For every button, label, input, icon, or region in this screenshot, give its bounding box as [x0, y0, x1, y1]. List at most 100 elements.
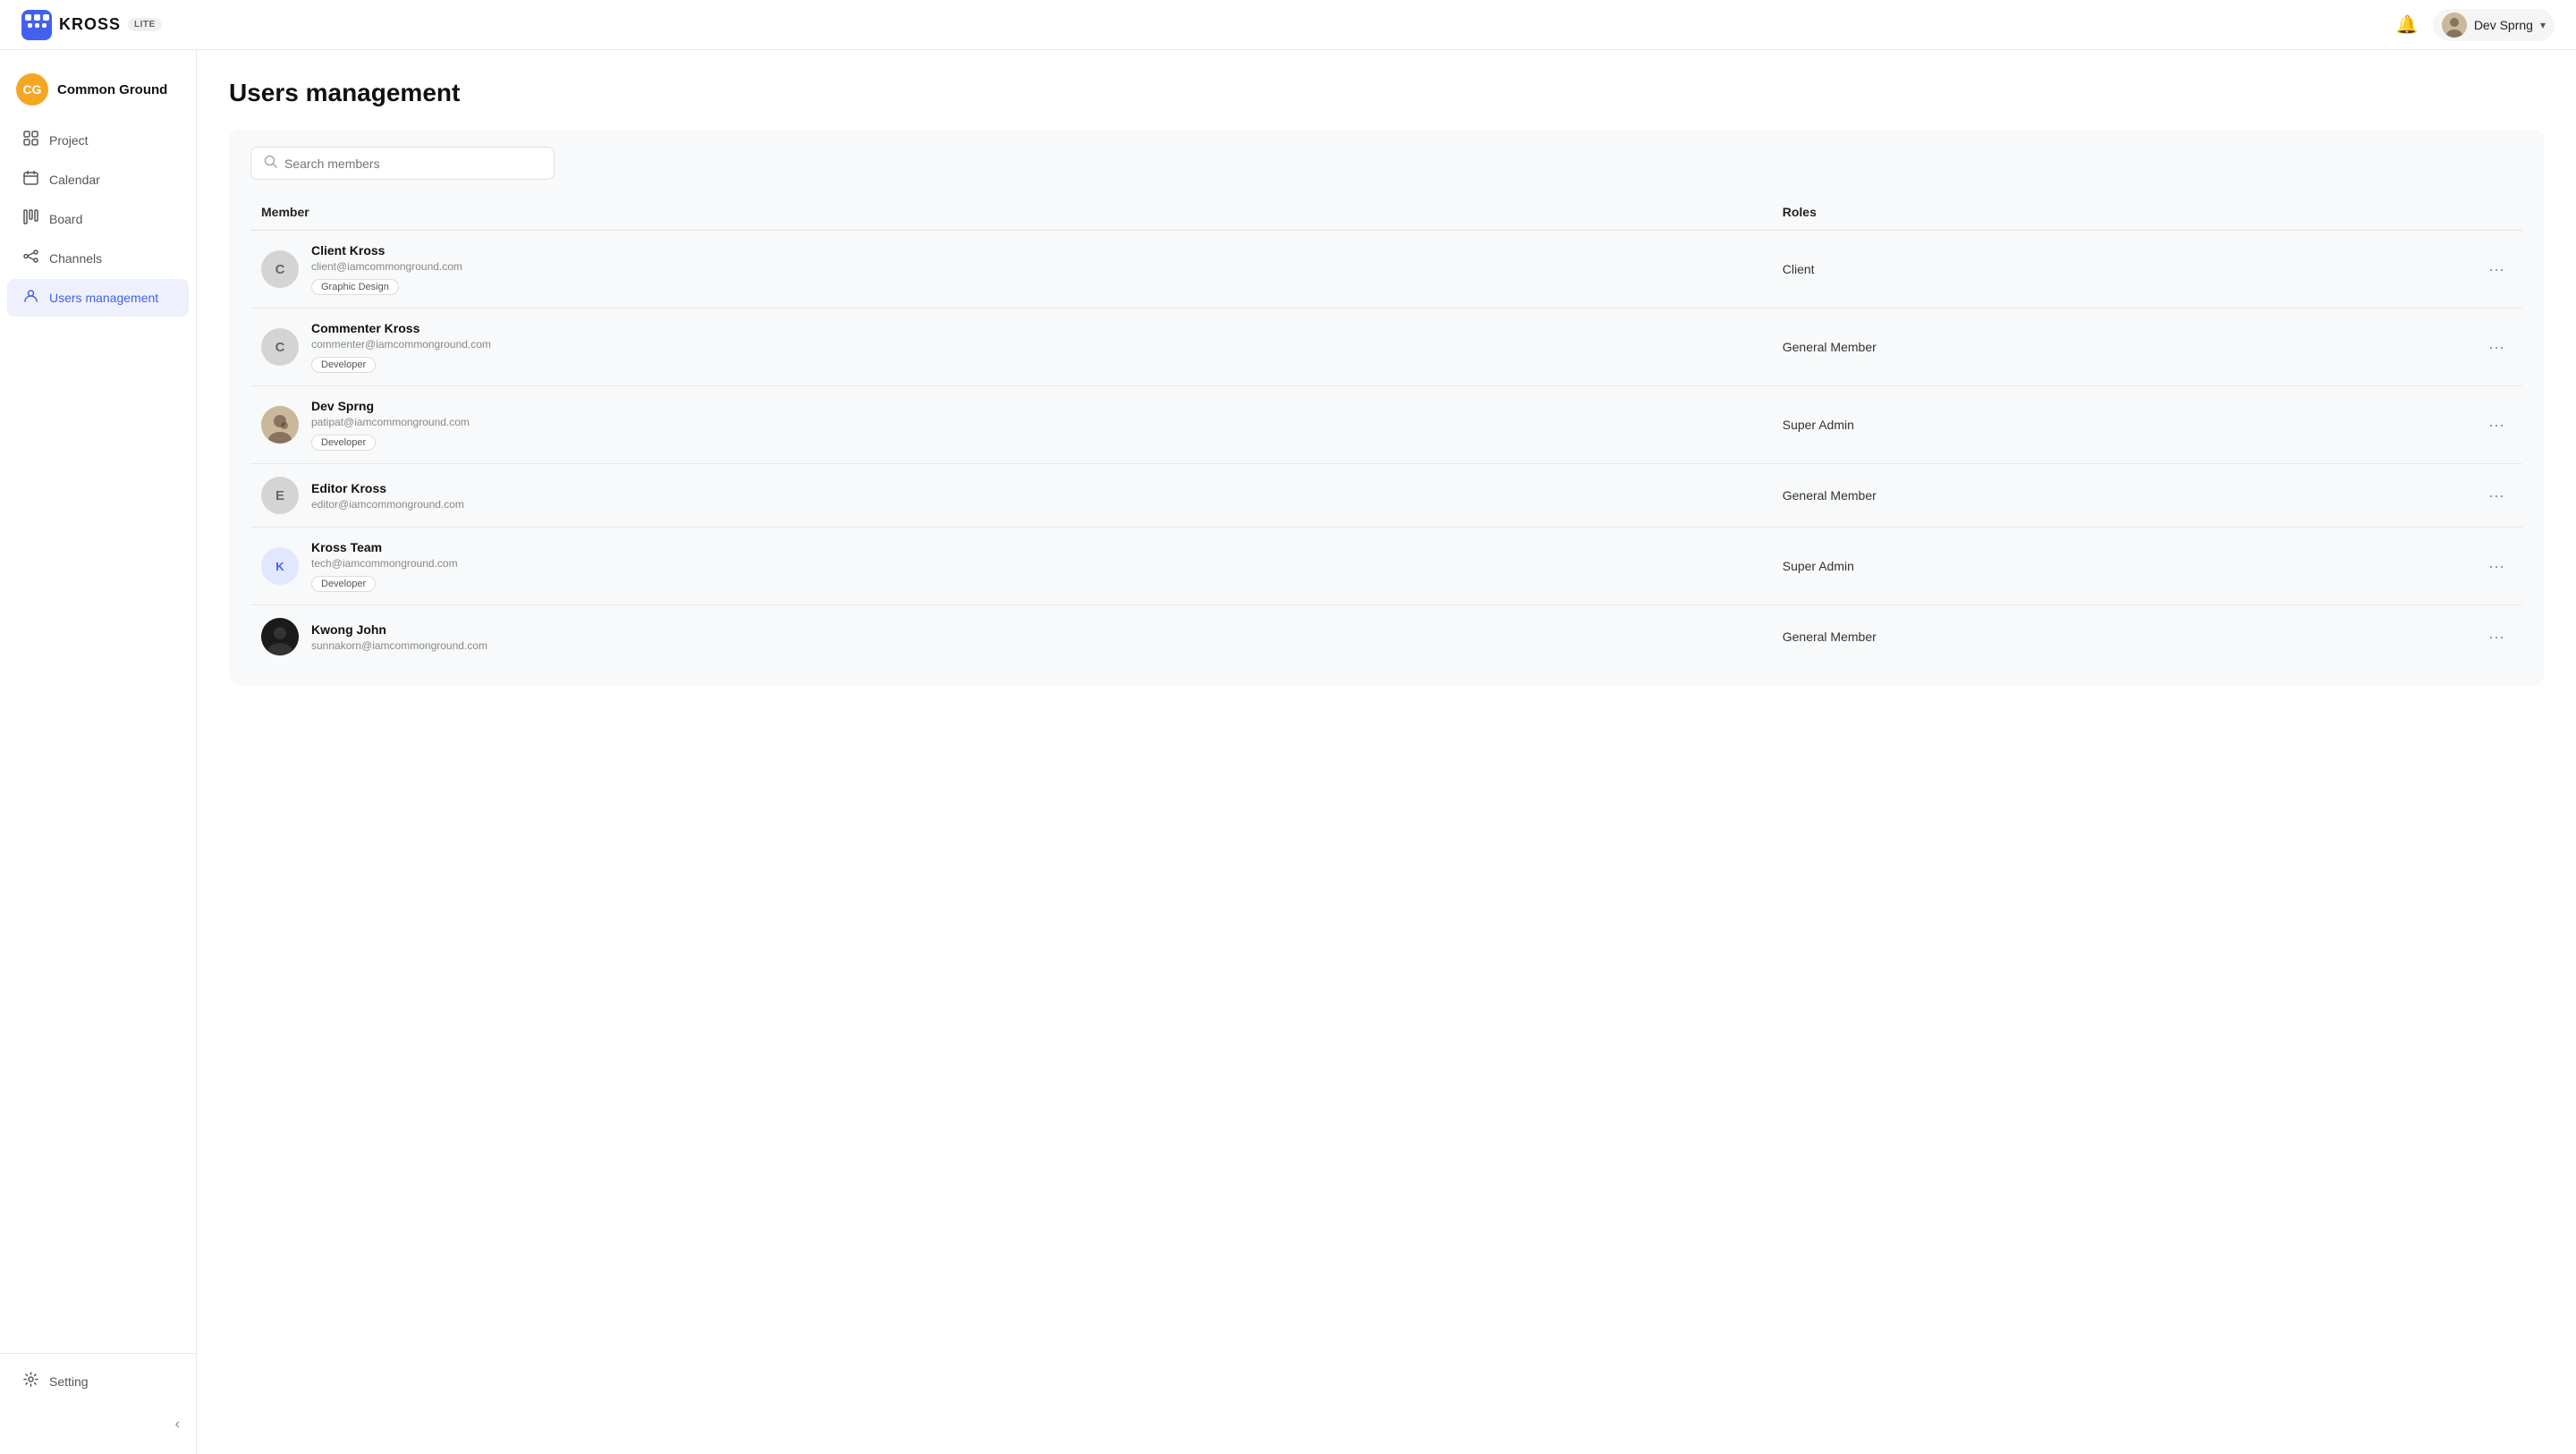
chevron-down-icon: ▾ [2540, 19, 2546, 31]
member-actions: ··· [2470, 528, 2522, 605]
member-avatar [261, 406, 299, 444]
member-info-cell: C Client Kross client@iamcommonground.co… [261, 243, 1761, 295]
project-icon [23, 131, 38, 150]
sidebar-item-board-label: Board [49, 212, 82, 226]
member-tag: Developer [311, 576, 376, 592]
member-tags: Developer [311, 435, 470, 451]
member-info-cell: C Commenter Kross commenter@iamcommongro… [261, 321, 1761, 373]
member-tags: Developer [311, 576, 458, 592]
app-body: CG Common Ground Project [0, 50, 2576, 1454]
member-role: Client [1772, 231, 2470, 309]
member-role: Super Admin [1772, 528, 2470, 605]
sidebar-item-channels[interactable]: Channels [7, 240, 189, 277]
sidebar-item-setting-label: Setting [49, 1374, 89, 1389]
member-avatar: C [261, 250, 299, 288]
table-row: E Editor Kross editor@iamcommonground.co… [250, 464, 2522, 528]
member-role: General Member [1772, 605, 2470, 669]
sidebar-item-board[interactable]: Board [7, 200, 189, 238]
notification-icon[interactable]: 🔔 [2396, 13, 2419, 36]
sidebar-item-calendar[interactable]: Calendar [7, 161, 189, 199]
app-name: KROSS [59, 15, 121, 34]
sidebar-item-users-management[interactable]: Users management [7, 279, 189, 317]
member-cell-kross-team: K Kross Team tech@iamcommonground.com De… [250, 528, 1772, 605]
page-title: Users management [229, 79, 2544, 107]
sidebar-item-project[interactable]: Project [7, 122, 189, 159]
search-input[interactable] [284, 156, 541, 171]
workspace-avatar: CG [16, 73, 48, 106]
avatar [2442, 13, 2467, 38]
app-logo-icon [21, 10, 52, 40]
sidebar: CG Common Ground Project [0, 50, 197, 1454]
topbar-left: KROSS LITE [21, 10, 162, 40]
member-actions: ··· [2470, 386, 2522, 464]
table-row: C Commenter Kross commenter@iamcommongro… [250, 309, 2522, 386]
member-name: Dev Sprng [311, 399, 470, 413]
member-cell-editor-kross: E Editor Kross editor@iamcommonground.co… [250, 464, 1772, 528]
more-options-button[interactable]: ··· [2481, 554, 2512, 579]
column-header-member: Member [250, 198, 1772, 231]
member-cell-kwong-john: Kwong John sunnakorn@iamcommonground.com [250, 605, 1772, 669]
more-options-button[interactable]: ··· [2481, 334, 2512, 360]
member-name: Commenter Kross [311, 321, 491, 335]
member-info-cell: Kwong John sunnakorn@iamcommonground.com [261, 618, 1761, 655]
users-icon [23, 288, 38, 308]
member-name: Client Kross [311, 243, 462, 258]
member-role: General Member [1772, 309, 2470, 386]
topbar: KROSS LITE 🔔 Dev Sprng ▾ [0, 0, 2576, 50]
member-actions: ··· [2470, 309, 2522, 386]
member-role: General Member [1772, 464, 2470, 528]
workspace-name: Common Ground [57, 82, 167, 97]
member-actions: ··· [2470, 231, 2522, 309]
member-email: editor@iamcommonground.com [311, 498, 464, 511]
setting-icon [23, 1372, 38, 1391]
member-info: Editor Kross editor@iamcommonground.com [311, 481, 464, 511]
member-tag: Developer [311, 357, 376, 373]
calendar-icon [23, 170, 38, 190]
table-row: Dev Sprng patipat@iamcommonground.com De… [250, 386, 2522, 464]
member-info-cell: Dev Sprng patipat@iamcommonground.com De… [261, 399, 1761, 451]
member-avatar [261, 618, 299, 655]
user-menu[interactable]: Dev Sprng ▾ [2433, 9, 2555, 41]
member-name: Kross Team [311, 540, 458, 554]
channels-icon [23, 249, 38, 268]
sidebar-item-channels-label: Channels [49, 251, 102, 266]
table-row: C Client Kross client@iamcommonground.co… [250, 231, 2522, 309]
more-options-button[interactable]: ··· [2481, 483, 2512, 509]
member-actions: ··· [2470, 464, 2522, 528]
member-info-cell: E Editor Kross editor@iamcommonground.co… [261, 477, 1761, 514]
member-avatar: E [261, 477, 299, 514]
member-email: patipat@iamcommonground.com [311, 416, 470, 428]
sidebar-item-users-management-label: Users management [49, 291, 158, 305]
svg-text:K: K [275, 560, 284, 573]
member-info: Dev Sprng patipat@iamcommonground.com De… [311, 399, 470, 451]
topbar-right: 🔔 Dev Sprng ▾ [2396, 9, 2555, 41]
more-options-button[interactable]: ··· [2481, 624, 2512, 650]
sidebar-collapse-button[interactable]: ‹ [0, 1409, 196, 1440]
main-content: Users management Member Roles [197, 50, 2576, 1454]
column-header-actions [2470, 198, 2522, 231]
member-info-cell: K Kross Team tech@iamcommonground.com De… [261, 540, 1761, 592]
board-icon [23, 209, 38, 229]
member-email: client@iamcommonground.com [311, 260, 462, 273]
member-name: Editor Kross [311, 481, 464, 495]
column-header-roles: Roles [1772, 198, 2470, 231]
more-options-button[interactable]: ··· [2481, 257, 2512, 283]
table-row: K Kross Team tech@iamcommonground.com De… [250, 528, 2522, 605]
sidebar-item-project-label: Project [49, 133, 89, 148]
lite-badge: LITE [128, 18, 162, 31]
workspace-item[interactable]: CG Common Ground [0, 64, 196, 114]
member-name: Kwong John [311, 622, 487, 637]
members-table: Member Roles C Client Kross client@iamco… [250, 198, 2522, 668]
member-cell-commenter-kross: C Commenter Kross commenter@iamcommongro… [250, 309, 1772, 386]
member-tags: Graphic Design [311, 279, 462, 295]
member-avatar: K [261, 547, 299, 585]
search-icon [264, 155, 277, 172]
sidebar-item-calendar-label: Calendar [49, 173, 100, 187]
member-info: Client Kross client@iamcommonground.com … [311, 243, 462, 295]
sidebar-bottom: Setting [0, 1353, 196, 1409]
sidebar-nav: Project Calendar [0, 122, 196, 1346]
sidebar-item-setting[interactable]: Setting [7, 1363, 189, 1400]
member-email: sunnakorn@iamcommonground.com [311, 639, 487, 652]
more-options-button[interactable]: ··· [2481, 412, 2512, 438]
member-email: tech@iamcommonground.com [311, 557, 458, 570]
